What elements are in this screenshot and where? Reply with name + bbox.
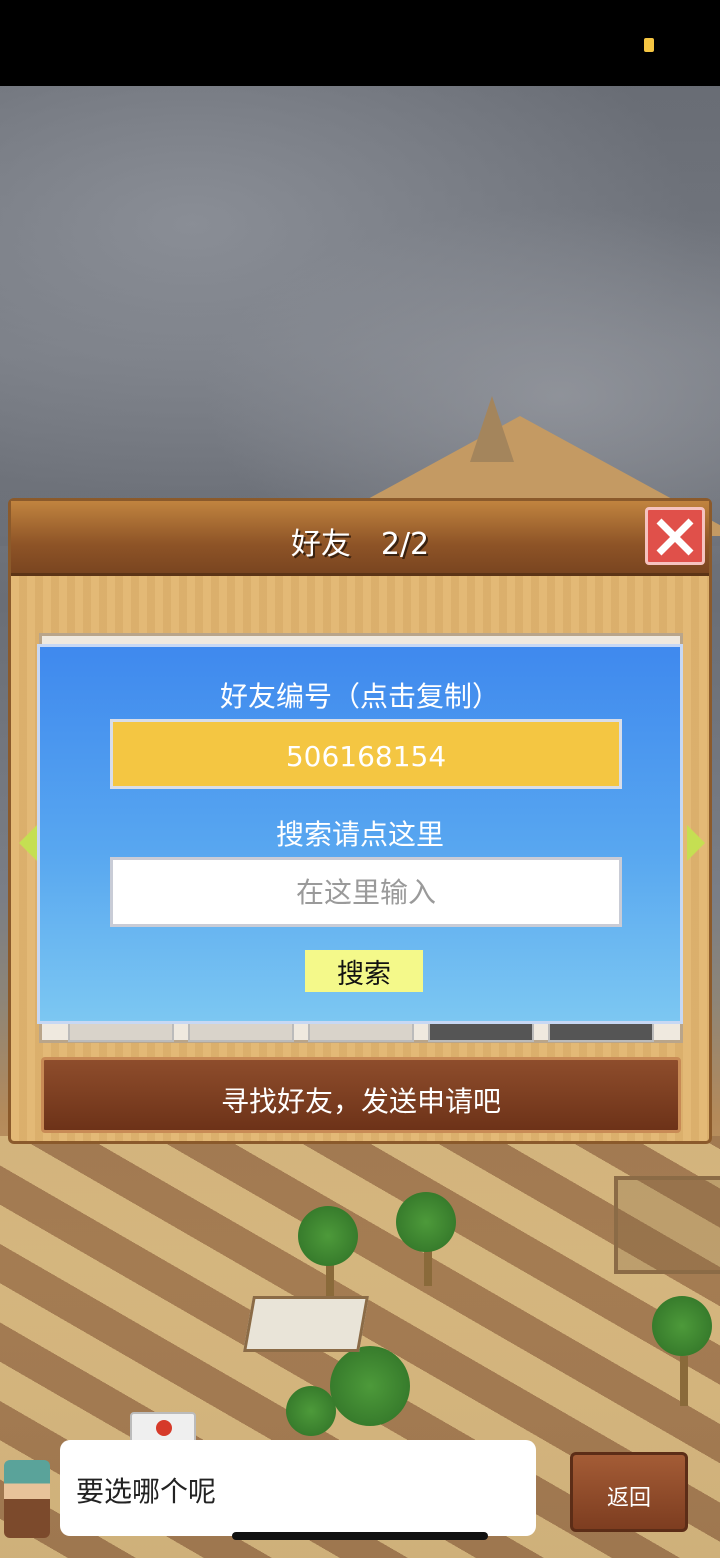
panel-title: 好友 2/2 [290,527,430,562]
battery-icon [644,38,654,52]
fence [614,1176,720,1274]
palm-tree [652,1296,712,1356]
friend-slot[interactable] [68,1022,174,1042]
back-button[interactable]: 返回 [570,1452,688,1532]
friend-id-box[interactable]: 506168154 [110,719,622,789]
find-friends-label: 寻找好友，发送申请吧 [220,1085,501,1118]
avatar [4,1460,50,1538]
rock-peak [470,396,514,462]
right-arrow-icon[interactable] [687,825,705,861]
palm-tree [396,1192,456,1252]
left-arrow-icon[interactable] [19,825,37,861]
home-indicator[interactable] [232,1532,488,1540]
chat-text: 要选哪个呢 [76,1475,217,1508]
palm-tree [298,1206,358,1266]
friend-id-value: 506168154 [285,740,447,773]
chat-bubble: 要选哪个呢 [60,1440,536,1536]
panel-header: 好友 2/2 [11,501,709,576]
friend-slot[interactable] [308,1022,414,1042]
bush [330,1346,410,1426]
friend-id-label: 好友编号（点击复制） [219,680,500,713]
close-button[interactable] [645,507,705,565]
friend-slot[interactable] [188,1022,294,1042]
status-bar [0,0,720,86]
friend-search-dialog: 好友编号（点击复制） 506168154 搜索请点这里 搜索 [37,644,683,1024]
tent [243,1296,369,1352]
close-icon [656,518,694,556]
find-friends-button[interactable]: 寻找好友，发送申请吧 [41,1057,681,1133]
search-label: 搜索请点这里 [275,818,444,851]
back-label: 返回 [606,1486,651,1511]
bush [286,1386,336,1436]
search-input[interactable] [110,857,622,927]
apple-icon [156,1420,172,1436]
search-button[interactable]: 搜索 [305,950,423,992]
friend-slot[interactable] [548,1022,654,1042]
friend-slot[interactable] [428,1022,534,1042]
